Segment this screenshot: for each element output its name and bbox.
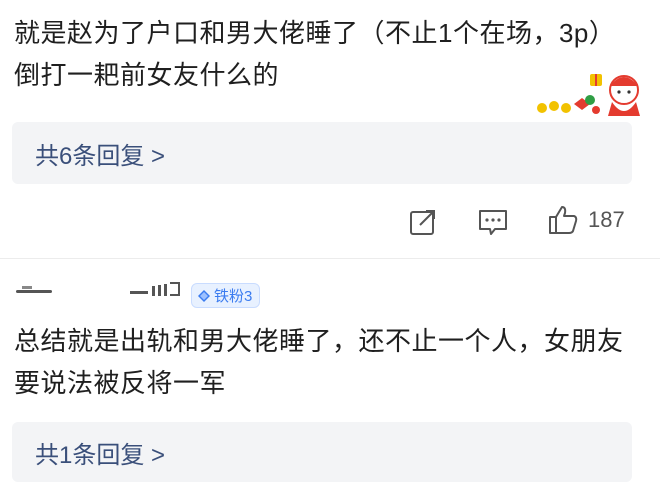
thumbs-up-icon: [549, 206, 578, 234]
christmas-sticker-icon: [532, 70, 644, 120]
comment-1-reply-button[interactable]: [477, 205, 511, 239]
comment-2-text: 总结就是出轨和男大佬睡了，还不止一个人，女朋友要说法被反将一军: [14, 326, 624, 398]
comment-divider: [0, 258, 660, 259]
username[interactable]: [130, 282, 182, 300]
comment-2-reply-box[interactable]: 共1条回复 >: [12, 422, 632, 482]
comment-1-reply-link[interactable]: 共6条回复 >: [35, 136, 165, 171]
diamond-icon: [198, 289, 210, 302]
comment-1-like-button[interactable]: 187: [546, 203, 625, 237]
fan-badge-label: 铁粉3: [214, 288, 253, 305]
comment-icon: [479, 210, 507, 235]
fan-badge: 铁粉3: [191, 283, 261, 308]
comment-2-reply-link[interactable]: 共1条回复 >: [35, 435, 165, 470]
share-icon: [410, 210, 435, 235]
comment-1-text: 就是赵为了户口和男大佬睡了（不止1个在场，3p）倒打一耙前女友什么的: [14, 18, 603, 90]
avatar[interactable]: [16, 286, 52, 296]
comment-1-like-count: 187: [588, 207, 625, 232]
comment-1-reply-box[interactable]: 共6条回复 >: [12, 122, 632, 184]
comment-1-share-button[interactable]: [408, 205, 442, 239]
